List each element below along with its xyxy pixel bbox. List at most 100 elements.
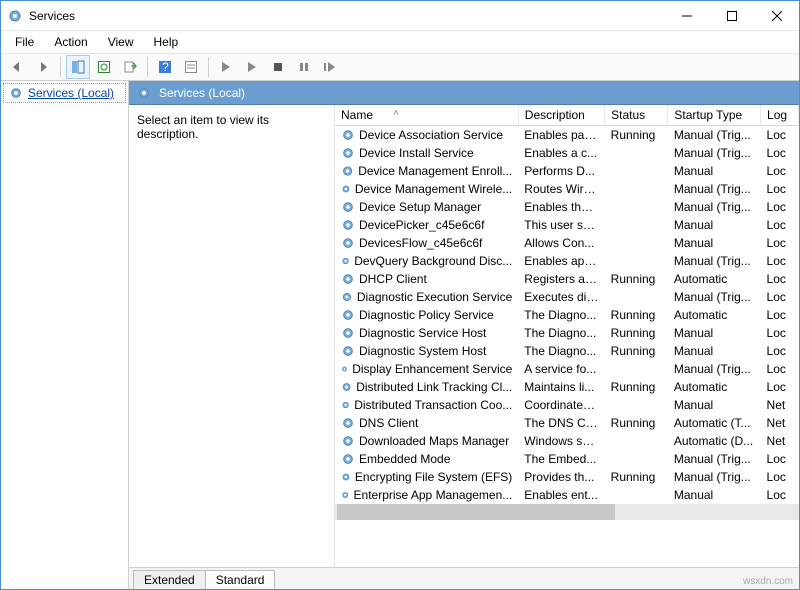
minimize-button[interactable] bbox=[664, 1, 709, 30]
stop-service-button[interactable] bbox=[266, 55, 290, 79]
restart-service-button[interactable] bbox=[318, 55, 342, 79]
start-service-button[interactable] bbox=[214, 55, 238, 79]
table-row[interactable]: Encrypting File System (EFS)Provides th.… bbox=[335, 468, 799, 486]
service-name: DevicesFlow_c45e6c6f bbox=[359, 236, 482, 250]
service-log: Net bbox=[761, 414, 799, 432]
menu-view[interactable]: View bbox=[100, 33, 142, 51]
properties-button[interactable] bbox=[179, 55, 203, 79]
service-status: Running bbox=[605, 126, 668, 145]
show-hide-tree-button[interactable] bbox=[66, 55, 90, 79]
maximize-button[interactable] bbox=[709, 1, 754, 30]
service-name: Diagnostic Service Host bbox=[359, 326, 486, 340]
table-row[interactable]: Diagnostic Service HostThe Diagno...Runn… bbox=[335, 324, 799, 342]
service-log: Loc bbox=[761, 306, 799, 324]
view-tabs: Extended Standard bbox=[129, 567, 799, 589]
service-log: Loc bbox=[761, 360, 799, 378]
main-header-title: Services (Local) bbox=[159, 86, 245, 100]
column-name[interactable]: Name bbox=[335, 105, 518, 126]
service-name: DNS Client bbox=[359, 416, 418, 430]
service-startup: Manual (Trig... bbox=[668, 180, 761, 198]
start2-button[interactable] bbox=[240, 55, 264, 79]
table-row[interactable]: Embedded ModeThe Embed...Manual (Trig...… bbox=[335, 450, 799, 468]
service-name: Distributed Transaction Coo... bbox=[354, 398, 512, 412]
table-row[interactable]: DevicePicker_c45e6c6fThis user se...Manu… bbox=[335, 216, 799, 234]
table-row[interactable]: DHCP ClientRegisters an...RunningAutomat… bbox=[335, 270, 799, 288]
table-row[interactable]: Enterprise App Managemen...Enables ent..… bbox=[335, 486, 799, 504]
service-icon bbox=[341, 218, 355, 232]
service-status: Running bbox=[605, 414, 668, 432]
column-startup-type[interactable]: Startup Type bbox=[668, 105, 761, 126]
service-icon bbox=[341, 416, 355, 430]
column-description[interactable]: Description bbox=[518, 105, 604, 126]
service-status bbox=[605, 144, 668, 162]
service-description: The Diagno... bbox=[518, 306, 604, 324]
service-icon bbox=[341, 272, 355, 286]
service-startup: Manual (Trig... bbox=[668, 126, 761, 145]
service-startup: Manual (Trig... bbox=[668, 468, 761, 486]
service-startup: Manual bbox=[668, 234, 761, 252]
refresh-button[interactable] bbox=[92, 55, 116, 79]
table-row[interactable]: DevQuery Background Disc...Enables app..… bbox=[335, 252, 799, 270]
service-description: Enables pair... bbox=[518, 126, 604, 145]
service-log: Loc bbox=[761, 216, 799, 234]
help-button[interactable]: ? bbox=[153, 55, 177, 79]
service-name: Diagnostic Policy Service bbox=[359, 308, 494, 322]
service-status: Running bbox=[605, 378, 668, 396]
table-row[interactable]: Display Enhancement ServiceA service fo.… bbox=[335, 360, 799, 378]
service-description: Registers an... bbox=[518, 270, 604, 288]
service-log: Loc bbox=[761, 126, 799, 145]
service-status: Running bbox=[605, 306, 668, 324]
service-name: Device Install Service bbox=[359, 146, 474, 160]
table-row[interactable]: Distributed Link Tracking Cl...Maintains… bbox=[335, 378, 799, 396]
table-row[interactable]: DNS ClientThe DNS Cli...RunningAutomatic… bbox=[335, 414, 799, 432]
service-icon bbox=[341, 326, 355, 340]
table-row[interactable]: Distributed Transaction Coo...Coordinate… bbox=[335, 396, 799, 414]
table-row[interactable]: DevicesFlow_c45e6c6fAllows Con...ManualL… bbox=[335, 234, 799, 252]
service-icon bbox=[341, 128, 355, 142]
forward-button[interactable] bbox=[31, 55, 55, 79]
service-icon bbox=[341, 488, 350, 502]
service-log: Loc bbox=[761, 144, 799, 162]
tree-item-services-local[interactable]: Services (Local) bbox=[3, 83, 126, 103]
menu-help[interactable]: Help bbox=[146, 33, 187, 51]
service-log: Net bbox=[761, 432, 799, 450]
main-header: Services (Local) bbox=[129, 81, 799, 105]
table-row[interactable]: Diagnostic Execution ServiceExecutes dia… bbox=[335, 288, 799, 306]
service-name: Device Management Wirele... bbox=[355, 182, 512, 196]
tab-extended[interactable]: Extended bbox=[133, 570, 206, 589]
service-log: Loc bbox=[761, 324, 799, 342]
service-startup: Manual (Trig... bbox=[668, 288, 761, 306]
table-row[interactable]: Diagnostic Policy Service The Diagno...Ru… bbox=[335, 306, 799, 324]
table-row[interactable]: Device Association ServiceEnables pair..… bbox=[335, 126, 799, 145]
menu-action[interactable]: Action bbox=[46, 33, 95, 51]
column-log[interactable]: Log bbox=[761, 105, 799, 126]
services-grid[interactable]: Name Description Status Startup Type Log… bbox=[334, 105, 799, 567]
table-row[interactable]: Diagnostic System HostThe Diagno...Runni… bbox=[335, 342, 799, 360]
service-status bbox=[605, 216, 668, 234]
service-status bbox=[605, 450, 668, 468]
service-log: Loc bbox=[761, 252, 799, 270]
service-status: Running bbox=[605, 468, 668, 486]
table-row[interactable]: Device Install ServiceEnables a c...Manu… bbox=[335, 144, 799, 162]
service-description: Provides th... bbox=[518, 468, 604, 486]
column-status[interactable]: Status bbox=[605, 105, 668, 126]
tab-standard[interactable]: Standard bbox=[205, 570, 276, 589]
table-row[interactable]: Downloaded Maps ManagerWindows se...Auto… bbox=[335, 432, 799, 450]
window-title: Services bbox=[29, 9, 664, 23]
service-log: Loc bbox=[761, 342, 799, 360]
export-list-button[interactable] bbox=[118, 55, 142, 79]
table-row[interactable]: Device Management Wirele...Routes Wire..… bbox=[335, 180, 799, 198]
service-startup: Manual (Trig... bbox=[668, 144, 761, 162]
titlebar: Services bbox=[1, 1, 799, 31]
horizontal-scrollbar[interactable] bbox=[335, 504, 799, 520]
menu-file[interactable]: File bbox=[7, 33, 42, 51]
service-startup: Automatic (D... bbox=[668, 432, 761, 450]
back-button[interactable] bbox=[5, 55, 29, 79]
close-button[interactable] bbox=[754, 1, 799, 30]
service-name: Diagnostic Execution Service bbox=[357, 290, 512, 304]
pause-service-button[interactable] bbox=[292, 55, 316, 79]
table-row[interactable]: Device Setup ManagerEnables the ...Manua… bbox=[335, 198, 799, 216]
service-startup: Manual bbox=[668, 342, 761, 360]
table-row[interactable]: Device Management Enroll...Performs D...… bbox=[335, 162, 799, 180]
service-startup: Manual bbox=[668, 216, 761, 234]
